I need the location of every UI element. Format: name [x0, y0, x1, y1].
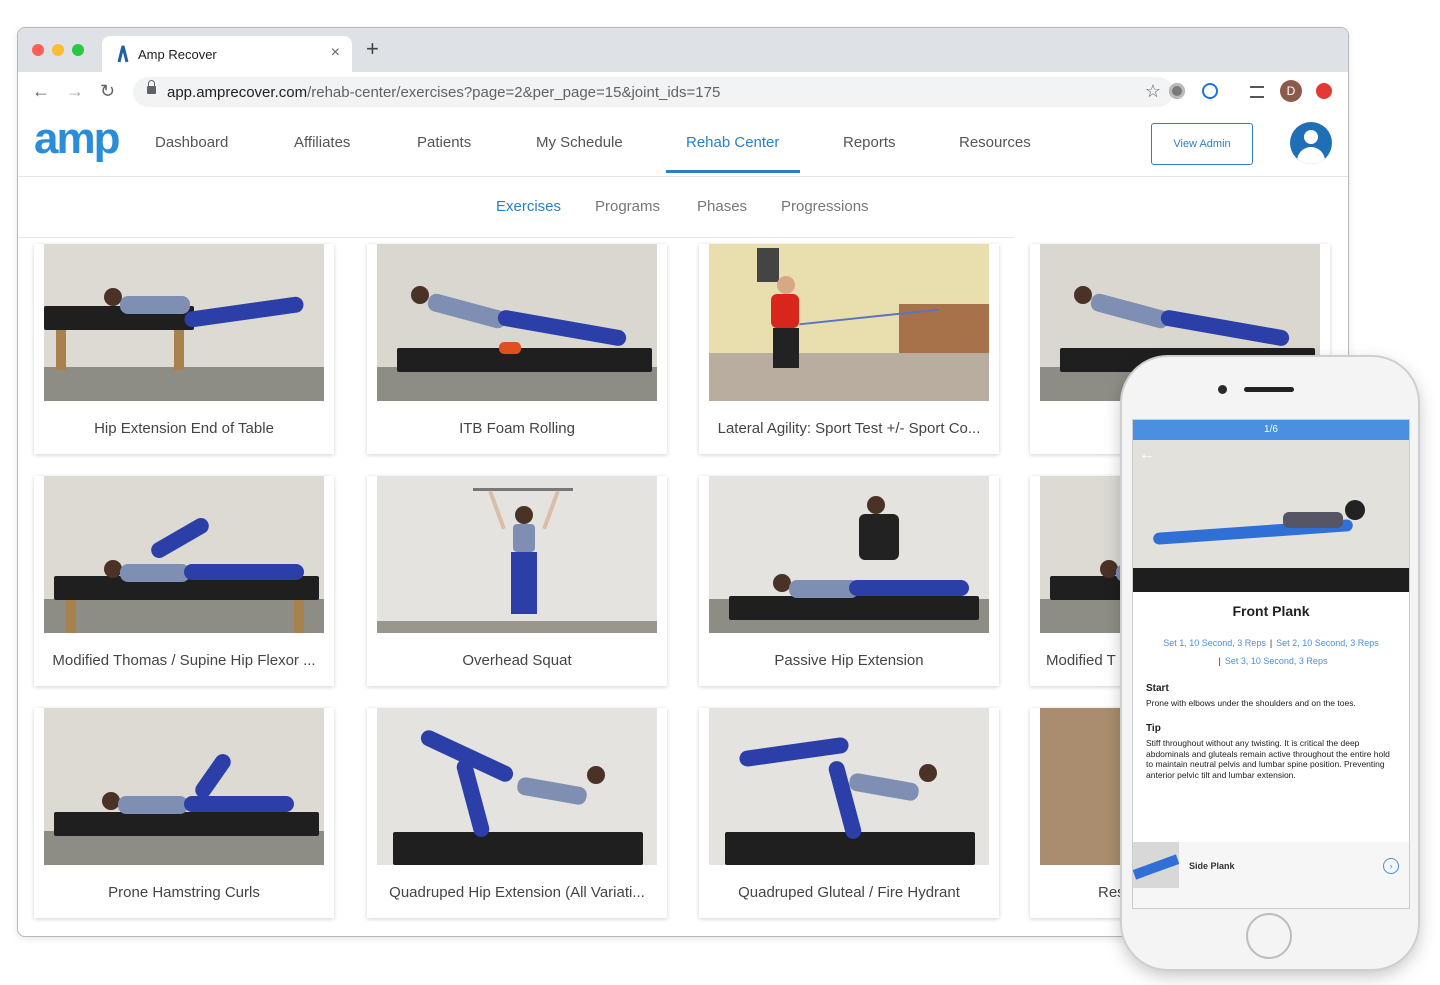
exercise-title: Passive Hip Extension — [774, 652, 924, 669]
new-tab-button[interactable]: + — [366, 38, 379, 60]
minimize-window-button[interactable] — [52, 44, 64, 56]
extension-circle-icon[interactable] — [1169, 83, 1185, 99]
nav-patients[interactable]: Patients — [417, 134, 471, 151]
exercise-thumbnail — [709, 708, 989, 865]
bookmark-star-icon[interactable]: ☆ — [1145, 81, 1161, 102]
amp-favicon-icon — [117, 45, 129, 63]
browser-toolbar: ← → ↻ app.amprecover.com/rehab-center/ex… — [18, 72, 1348, 113]
exercise-card[interactable]: Passive Hip Extension — [699, 476, 999, 686]
exercise-thumbnail — [709, 244, 989, 401]
nav-affiliates[interactable]: Affiliates — [294, 134, 350, 151]
lock-icon — [147, 80, 156, 94]
extension-upload-icon[interactable] — [1316, 83, 1332, 99]
exercise-thumbnail — [44, 708, 324, 865]
exercise-title: Hip Extension End of Table — [94, 420, 274, 437]
chevron-right-icon[interactable]: › — [1383, 858, 1399, 874]
nav-reports[interactable]: Reports — [843, 134, 896, 151]
start-heading: Start — [1146, 683, 1169, 694]
exercise-title: Quadruped Gluteal / Fire Hydrant — [738, 884, 960, 901]
tab-title: Amp Recover — [138, 47, 217, 62]
close-window-button[interactable] — [32, 44, 44, 56]
exercise-name: Front Plank — [1232, 603, 1310, 619]
exercise-thumbnail — [44, 244, 324, 401]
exercise-card[interactable]: Hip Extension End of Table — [34, 244, 334, 454]
exercise-thumbnail — [377, 708, 657, 865]
set-item[interactable]: Set 1, 10 Second, 3 Reps — [1163, 638, 1266, 648]
tip-heading: Tip — [1146, 723, 1161, 734]
app-header: amp Dashboard Affiliates Patients My Sch… — [18, 112, 1348, 177]
url-text: app.amprecover.com/rehab-center/exercise… — [167, 84, 721, 101]
exercise-card[interactable]: ITB Foam Rolling — [367, 244, 667, 454]
set-item[interactable]: Set 2, 10 Second, 3 Reps — [1276, 638, 1379, 648]
exercise-card[interactable]: Modified Thomas / Supine Hip Flexor ... — [34, 476, 334, 686]
phone-camera — [1218, 385, 1227, 394]
phone-mockup: 1/6 ← Front Plank Set 1, 10 Second, 3 Re… — [1122, 357, 1418, 969]
amp-logo[interactable]: amp — [34, 114, 120, 164]
tab-close-icon[interactable]: × — [331, 44, 340, 62]
address-bar[interactable]: app.amprecover.com/rehab-center/exercise… — [133, 77, 1173, 107]
exercise-card[interactable]: Lateral Agility: Sport Test +/- Sport Co… — [699, 244, 999, 454]
tab-phases[interactable]: Phases — [697, 198, 747, 215]
exercise-thumbnail — [377, 244, 657, 401]
back-icon[interactable]: ← — [32, 81, 50, 101]
nav-rehab-center[interactable]: Rehab Center — [686, 134, 779, 151]
exercise-thumbnail — [377, 476, 657, 633]
active-nav-indicator — [666, 170, 800, 173]
tab-programs[interactable]: Programs — [595, 198, 660, 215]
next-exercise-label: Side Plank — [1189, 861, 1235, 871]
back-arrow-icon[interactable]: ← — [1139, 446, 1155, 464]
set-item[interactable]: Set 3, 10 Second, 3 Reps — [1225, 656, 1328, 666]
tab-bar: Amp Recover × + — [18, 28, 1348, 72]
nav-dashboard[interactable]: Dashboard — [155, 134, 228, 151]
nav-my-schedule[interactable]: My Schedule — [536, 134, 623, 151]
set-list: Set 1, 10 Second, 3 Reps | Set 2, 10 Secon… — [1163, 638, 1379, 666]
nav-resources[interactable]: Resources — [959, 134, 1031, 151]
tab-exercises[interactable]: Exercises — [496, 198, 561, 215]
password-manager-icon[interactable] — [1202, 83, 1218, 99]
exercise-card[interactable]: Overhead Squat — [367, 476, 667, 686]
phone-speaker — [1244, 387, 1294, 392]
tab-progressions[interactable]: Progressions — [781, 198, 869, 215]
forward-icon[interactable]: → — [66, 81, 84, 101]
exercise-title: ITB Foam Rolling — [459, 420, 575, 437]
exercise-title: Lateral Agility: Sport Test +/- Sport Co… — [717, 420, 981, 437]
phone-screen: 1/6 ← Front Plank Set 1, 10 Second, 3 Re… — [1132, 419, 1410, 909]
tip-text: Stiff throughout without any twisting. I… — [1146, 738, 1390, 780]
start-text: Prone with elbows under the shoulders an… — [1146, 698, 1356, 708]
next-exercise-row[interactable]: Side Plank › — [1133, 842, 1409, 908]
profile-avatar[interactable]: D — [1280, 80, 1302, 102]
user-avatar[interactable] — [1290, 122, 1332, 164]
exercise-title: Modified Thomas / Supine Hip Flexor ... — [52, 652, 316, 669]
media-list-icon[interactable] — [1250, 86, 1264, 98]
view-admin-button[interactable]: View Admin — [1151, 123, 1253, 165]
exercise-photo: ← — [1133, 440, 1409, 592]
exercise-thumbnail — [44, 476, 324, 633]
exercise-card[interactable]: Prone Hamstring Curls — [34, 708, 334, 918]
browser-tab[interactable]: Amp Recover × — [102, 36, 352, 72]
phone-home-button[interactable] — [1246, 913, 1292, 959]
exercise-progress: 1/6 — [1133, 420, 1409, 440]
exercise-title: Quadruped Hip Extension (All Variati... — [389, 884, 645, 901]
next-exercise-thumbnail — [1133, 842, 1179, 888]
exercise-card[interactable]: Quadruped Gluteal / Fire Hydrant — [699, 708, 999, 918]
rehab-subnav: Exercises Programs Phases Progressions — [18, 177, 1014, 238]
exercise-title: Overhead Squat — [462, 652, 572, 669]
exercise-thumbnail — [709, 476, 989, 633]
reload-icon[interactable]: ↻ — [100, 81, 115, 101]
exercise-card[interactable]: Quadruped Hip Extension (All Variati... — [367, 708, 667, 918]
exercise-title: Prone Hamstring Curls — [108, 884, 260, 901]
maximize-window-button[interactable] — [72, 44, 84, 56]
